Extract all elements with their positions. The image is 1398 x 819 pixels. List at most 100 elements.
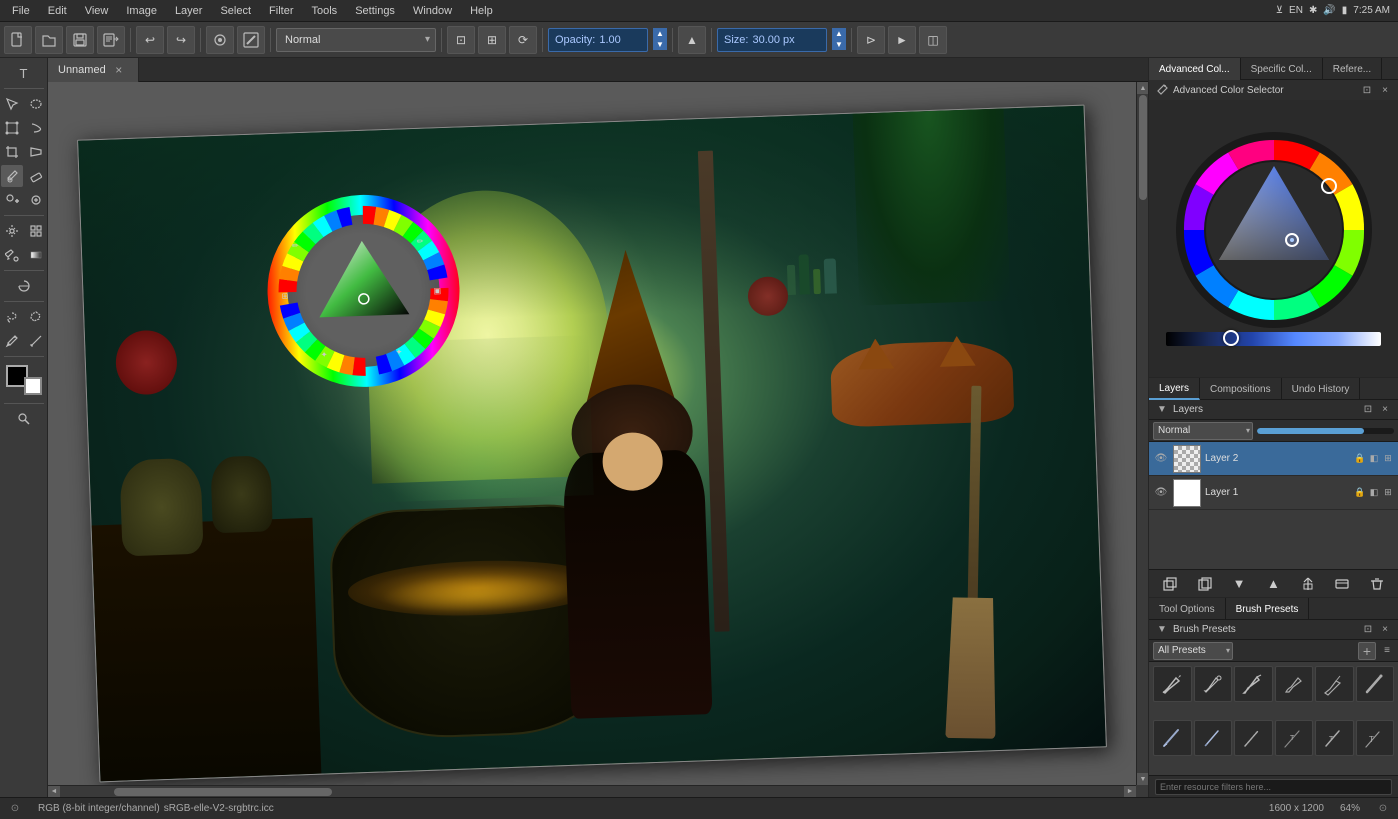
brush-close-button[interactable]: × <box>1378 623 1392 637</box>
tool-perspective[interactable] <box>25 141 47 163</box>
opacity-up[interactable]: ▲ <box>653 28 667 39</box>
layers-blend-select[interactable]: Normal Multiply Screen <box>1153 422 1253 440</box>
tool-freehand-select[interactable] <box>1 93 23 115</box>
layer-group-button[interactable] <box>1330 573 1354 595</box>
brush-filter-select[interactable]: All Presets Basic Ink <box>1153 642 1233 660</box>
brush-item-8[interactable] <box>1194 720 1233 756</box>
tool-ellipse-select[interactable] <box>25 93 47 115</box>
vscroll-thumb[interactable] <box>1139 95 1147 200</box>
brush-item-9[interactable] <box>1234 720 1273 756</box>
tool-text[interactable]: T <box>13 62 35 84</box>
saturation-bar[interactable] <box>1166 332 1380 346</box>
brush-item-11[interactable]: T <box>1315 720 1354 756</box>
refresh-button[interactable]: ⟳ <box>509 26 537 54</box>
tool-gradient[interactable] <box>25 244 47 266</box>
scroll-down-arrow[interactable]: ▼ <box>1137 773 1148 785</box>
tab-brush-presets[interactable]: Brush Presets <box>1226 598 1310 620</box>
brush-item-10[interactable]: T <box>1275 720 1314 756</box>
redo-button[interactable]: ↪ <box>167 26 195 54</box>
preserve-alpha-button[interactable]: ⊡ <box>447 26 475 54</box>
save-button[interactable] <box>66 26 94 54</box>
layers-collapse-icon[interactable]: ▼ <box>1155 403 1169 417</box>
layer-lock-1[interactable]: 🔒 <box>1354 487 1366 499</box>
horizontal-scrollbar[interactable]: ◄ ► <box>48 785 1136 797</box>
document-tab[interactable]: Unnamed × <box>48 58 139 82</box>
tool-grid[interactable] <box>25 220 47 242</box>
tab-undo-history[interactable]: Undo History <box>1282 378 1361 400</box>
tool-eraser[interactable] <box>25 165 47 187</box>
tab-reference[interactable]: Refere... <box>1323 58 1382 80</box>
color-expand-button[interactable]: ⊡ <box>1360 83 1374 97</box>
menu-filter[interactable]: Filter <box>261 3 301 19</box>
tool-lasso[interactable] <box>1 306 23 328</box>
fg-bg-colors[interactable] <box>6 365 42 395</box>
mirror-h-button[interactable]: ⊳ <box>857 26 885 54</box>
layers-close-button[interactable]: × <box>1378 403 1392 417</box>
menu-select[interactable]: Select <box>212 3 259 19</box>
saturation-knob[interactable] <box>1223 330 1239 346</box>
tab-specific-color[interactable]: Specific Col... <box>1241 58 1323 80</box>
close-tab-button[interactable]: × <box>112 63 126 77</box>
canvas-scroll[interactable]: ✏ ✏ ▣ ⊞ ✦ ✦ ▲ ▼ <box>48 82 1148 797</box>
tool-fill[interactable] <box>1 244 23 266</box>
brush-collapse-icon[interactable]: ▼ <box>1155 623 1169 637</box>
brush-item-6[interactable] <box>1356 666 1395 702</box>
menu-view[interactable]: View <box>77 3 117 19</box>
menu-layer[interactable]: Layer <box>167 3 211 19</box>
color-wheel-svg[interactable] <box>1174 130 1374 330</box>
tool-crop[interactable] <box>1 141 23 163</box>
layer-visibility-2[interactable]: 👁 <box>1153 451 1169 467</box>
size-down[interactable]: ▼ <box>832 39 846 50</box>
menu-help[interactable]: Help <box>462 3 501 19</box>
tab-compositions[interactable]: Compositions <box>1200 378 1282 400</box>
color-close-button[interactable]: × <box>1378 83 1392 97</box>
brush-item-4[interactable] <box>1275 666 1314 702</box>
new-button[interactable] <box>4 26 32 54</box>
brush-item-3[interactable] <box>1234 666 1273 702</box>
brush-options-button[interactable] <box>206 26 234 54</box>
scroll-right-arrow[interactable]: ► <box>1124 786 1136 798</box>
menu-edit[interactable]: Edit <box>40 3 75 19</box>
layer-visibility-1[interactable]: 👁 <box>1153 485 1169 501</box>
color-panel-icon[interactable] <box>1155 83 1169 97</box>
vertical-scrollbar[interactable]: ▲ ▼ <box>1136 82 1148 785</box>
menu-tools[interactable]: Tools <box>304 3 346 19</box>
tab-advanced-color[interactable]: Advanced Col... <box>1149 58 1241 80</box>
brush-item-2[interactable] <box>1194 666 1233 702</box>
blend-mode-select[interactable]: Normal Multiply Screen Overlay <box>276 28 436 52</box>
lock-alpha-button[interactable]: ⊞ <box>478 26 506 54</box>
layer-item-2[interactable]: 👁 Layer 2 🔒 ◧ ⊞ <box>1149 442 1398 476</box>
open-button[interactable] <box>35 26 63 54</box>
tool-move[interactable] <box>1 220 23 242</box>
layer-copy-button[interactable] <box>1193 573 1217 595</box>
tool-poly-select[interactable] <box>25 306 47 328</box>
layer-item-1[interactable]: 👁 Layer 1 🔒 ◧ ⊞ <box>1149 476 1398 510</box>
opacity-down[interactable]: ▼ <box>653 39 667 50</box>
layer-alpha-2[interactable]: ◧ <box>1368 453 1380 465</box>
extra-button[interactable]: ◫ <box>919 26 947 54</box>
undo-button[interactable]: ↩ <box>136 26 164 54</box>
menu-image[interactable]: Image <box>118 3 165 19</box>
tool-eyedropper[interactable] <box>1 330 23 352</box>
menu-window[interactable]: Window <box>405 3 460 19</box>
menu-settings[interactable]: Settings <box>347 3 403 19</box>
tool-warp[interactable] <box>25 117 47 139</box>
tab-tool-options[interactable]: Tool Options <box>1149 598 1226 620</box>
brush-expand-button[interactable]: ⊡ <box>1361 623 1375 637</box>
brush-item-7[interactable] <box>1153 720 1192 756</box>
tab-layers[interactable]: Layers <box>1149 378 1200 400</box>
brush-item-5[interactable] <box>1315 666 1354 702</box>
status-icon-right[interactable]: ⊙ <box>1376 802 1390 816</box>
layer-move-up-button[interactable]: ▲ <box>1261 573 1285 595</box>
hscroll-thumb[interactable] <box>114 788 332 796</box>
brush-eraser-toggle[interactable]: ▲ <box>678 26 706 54</box>
size-up[interactable]: ▲ <box>832 28 846 39</box>
layer-lock-2[interactable]: 🔒 <box>1354 453 1366 465</box>
menu-file[interactable]: File <box>4 3 38 19</box>
layer-opacity-track[interactable] <box>1257 428 1394 434</box>
tool-dodge[interactable] <box>13 275 35 297</box>
tool-zoom[interactable] <box>13 408 35 430</box>
brush-type-button[interactable] <box>237 26 265 54</box>
layer-merge-button[interactable] <box>1296 573 1320 595</box>
tool-heal[interactable] <box>25 189 47 211</box>
